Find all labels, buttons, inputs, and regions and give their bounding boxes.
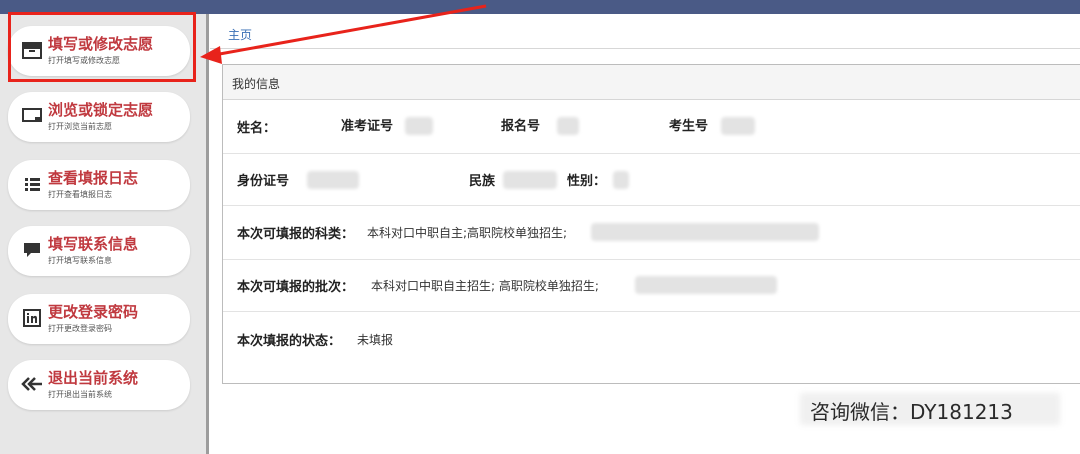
annotation-arrow — [200, 4, 487, 64]
watermark-text: 咨询微信：DY181213 — [810, 400, 1013, 424]
app-root: 填写或修改志愿 打开填写或修改志愿 浏览或锁定志愿 打开浏览当前志愿 查看填报日… — [0, 0, 1080, 454]
